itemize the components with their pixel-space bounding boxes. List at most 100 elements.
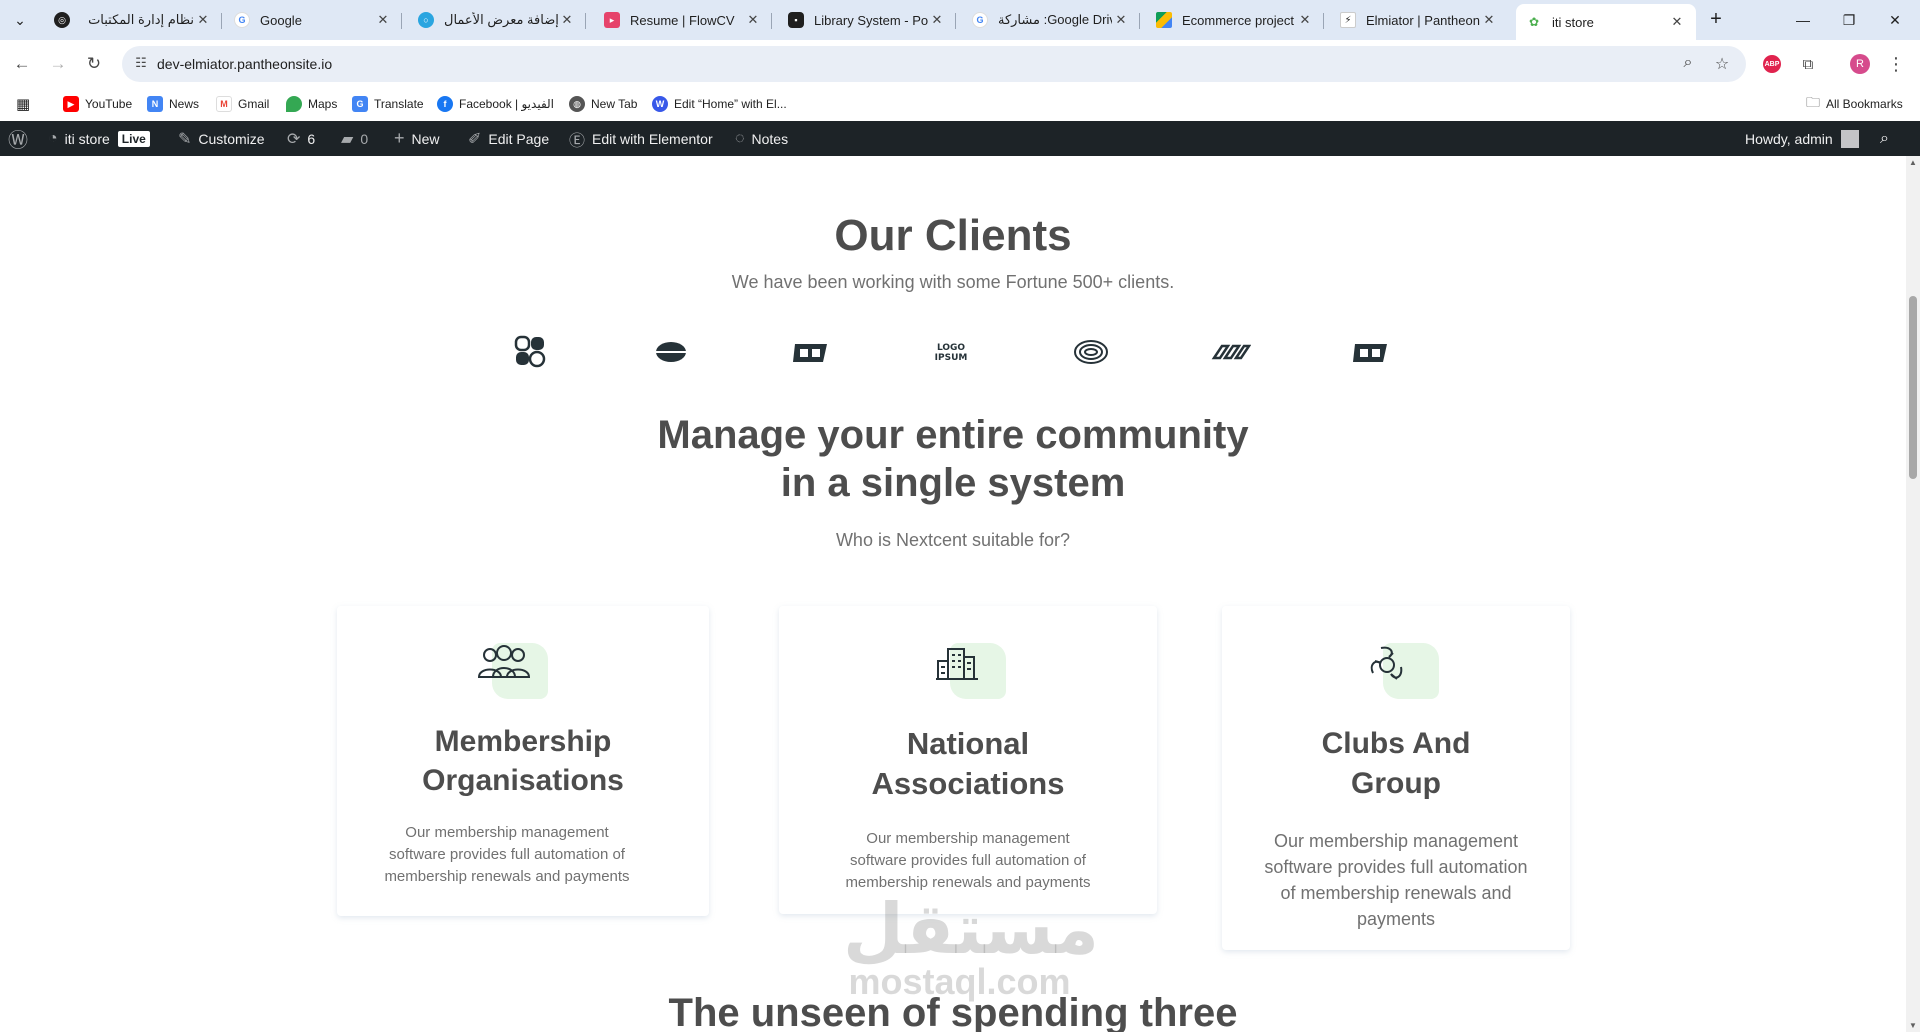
address-bar[interactable]: ☷ dev-elmiator.pantheonsite.io ⌕ ☆ [122,46,1746,82]
browser-tab[interactable]: G Google ✕ [224,4,402,36]
bookmark-label: News [169,97,200,111]
browser-tab[interactable]: ○ إضافة معرض الأعمال ✕ [408,4,586,36]
client-logo-4: LOGO IPSUM [935,343,968,363]
browser-tab[interactable]: ⚡ Elmiator | Pantheon D ✕ [1330,4,1508,36]
client-logo-3 [793,344,827,362]
wordpress-logo-icon[interactable]: Ⓦ [8,121,28,156]
new-tab-plus-icon[interactable]: + [1704,8,1728,32]
reload-icon[interactable]: ↻ [80,50,108,78]
bookmark-youtube[interactable]: ▶ YouTube [63,94,132,114]
github-icon: ◎ [54,12,70,28]
google-icon: G [234,12,250,28]
tab-close-icon[interactable]: ✕ [1296,12,1314,28]
wp-customize[interactable]: ✎ Customize [178,121,265,156]
browser-tab[interactable]: Ecommerce project - ✕ [1146,4,1324,36]
bookmark-gmail[interactable]: M Gmail [216,94,269,114]
window-close-icon[interactable]: ✕ [1872,0,1918,40]
scrollbar-thumb[interactable] [1909,296,1917,479]
tab-title: Resume | FlowCV [630,12,735,28]
browser-tab[interactable]: ◎ نظام إدارة المكتبات ✕ [44,4,222,36]
card-text-line: Our membership management [1273,831,1519,851]
edit-page-label: Edit Page [488,130,550,147]
wp-updates[interactable]: ⟳ 6 [287,121,315,156]
live-badge: Live [117,130,150,147]
card-text-line: software provides full automation [1264,857,1528,877]
tab-search-chevron-icon[interactable]: ⌄ [8,8,32,32]
wp-edit-page[interactable]: ✐ Edit Page [468,121,549,156]
zoom-icon[interactable]: ⌕ [1678,54,1698,74]
bookmark-facebook[interactable]: f Facebook | الفيديو [437,94,554,114]
apps-grid-icon[interactable]: ▦ [16,94,30,114]
tab-title: iti store [1552,14,1594,30]
bookmark-label: Translate [374,97,424,111]
tab-close-icon[interactable]: ✕ [1112,12,1130,28]
bookmark-edit-home[interactable]: W Edit “Home” with El... [652,94,787,114]
maps-pin-icon [286,96,302,112]
browser-tab-active[interactable]: ✿ iti store ✕ [1516,4,1696,40]
card-title-line1: National [906,726,1030,761]
feature-card-membership: Membership Organisations Our membership … [337,606,709,916]
browser-tab[interactable]: G مشاركة :Google Drive ✕ [962,4,1140,36]
forward-arrow-icon[interactable]: → [44,50,72,78]
client-logo-2 [656,342,686,362]
bookmark-label: New Tab [591,97,638,111]
tab-title: مشاركة :Google Drive [998,12,1112,27]
card-text-line: of membership renewals and [1280,883,1512,903]
wp-admin-bar: Ⓦ ◔ iti store Live ✎ Customize ⟳ 6 ▰ 0 +… [0,121,1920,156]
bookmark-translate[interactable]: G Translate [352,94,424,114]
bookmark-maps[interactable]: Maps [286,94,337,114]
notes-bubble-icon: ◌ [735,129,745,147]
browser-menu-icon[interactable]: ⋮ [1884,52,1908,76]
svg-text:IPSUM: IPSUM [935,353,968,363]
tab-close-icon[interactable]: ✕ [558,12,576,28]
minimize-icon[interactable]: — [1780,0,1826,40]
card-text-line: membership renewals and payments [384,868,630,885]
extensions-puzzle-icon[interactable]: ⧉ [1796,52,1820,76]
card-text-line: software provides full automation of [389,846,625,863]
browser-toolbar: ← → ↻ ☷ dev-elmiator.pantheonsite.io ⌕ ☆… [0,40,1920,88]
comments-count: 0 [360,130,369,147]
tab-close-icon[interactable]: ✕ [374,12,392,28]
wp-new[interactable]: + New [394,121,440,156]
wp-comments[interactable]: ▰ 0 [341,121,368,156]
card-text-line: software provides full automation of [850,852,1086,869]
wp-notes[interactable]: ◌ Notes [735,121,788,156]
bookmark-label: Edit “Home” with El... [674,97,787,111]
scroll-down-arrow-icon[interactable]: ▼ [1906,1021,1920,1030]
browser-tab[interactable]: ▪ Library System - Poe ✕ [778,4,956,36]
pantheon-icon: ⚡ [1340,12,1356,28]
bookmark-new-tab[interactable]: ◍ New Tab [569,94,637,114]
bookmarks-bar: ▦ ▶ YouTube N News M Gmail Maps G Translate … [0,88,1920,120]
scroll-up-arrow-icon[interactable]: ▲ [1906,158,1920,167]
site-info-icon[interactable]: ☷ [132,55,150,73]
page-scrollbar[interactable]: ▲ ▼ [1906,156,1920,1032]
translate-icon: G [352,96,368,112]
wp-edit-elementor[interactable]: Ⓔ Edit with Elementor [569,121,713,156]
browser-tab[interactable]: ▸ Resume | FlowCV ✕ [594,4,772,36]
folder-icon: 🗀 [1806,94,1820,110]
tab-close-icon[interactable]: ✕ [744,12,762,28]
card-title: Clubs And Group [1222,724,1570,804]
facebook-icon: f [437,96,453,112]
bookmark-news[interactable]: N News [147,94,199,114]
restore-icon[interactable]: ❐ [1826,0,1872,40]
clients-subtitle: We have been working with some Fortune 5… [731,272,1175,292]
watermark-arabic: مستقل [843,888,1100,970]
adblock-extension-icon[interactable]: ABP [1760,52,1784,76]
wp-site-name[interactable]: ◔ iti store Live [48,121,150,156]
drive-icon [1156,12,1172,28]
tab-close-icon[interactable]: ✕ [1480,12,1498,28]
manage-subtitle: Who is Nextcent suitable for? [835,530,1071,550]
all-bookmarks[interactable]: 🗀 All Bookmarks [1806,94,1903,114]
bookmark-star-icon[interactable]: ☆ [1712,54,1732,74]
profile-avatar[interactable]: R [1848,52,1872,76]
tab-close-icon[interactable]: ✕ [928,12,946,28]
url-text[interactable]: dev-elmiator.pantheonsite.io [157,56,332,72]
wp-my-account[interactable]: Howdy, admin [1745,121,1859,156]
page-content: Our Clients We have been working with so… [0,156,1906,1032]
back-arrow-icon[interactable]: ← [8,50,36,78]
wp-search-icon[interactable]: ⌕ [1880,121,1889,156]
tab-close-icon[interactable]: ✕ [194,12,212,28]
card-text-line: Our membership management [866,830,1070,847]
tab-close-icon[interactable]: ✕ [1668,14,1686,30]
